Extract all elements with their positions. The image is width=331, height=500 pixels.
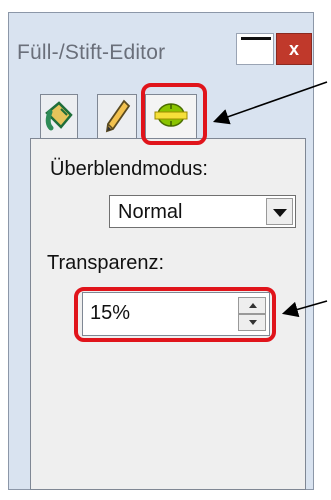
arrow-to-tab [212,81,328,125]
annotation-arrows [212,81,328,318]
arrow-to-field [281,300,328,318]
